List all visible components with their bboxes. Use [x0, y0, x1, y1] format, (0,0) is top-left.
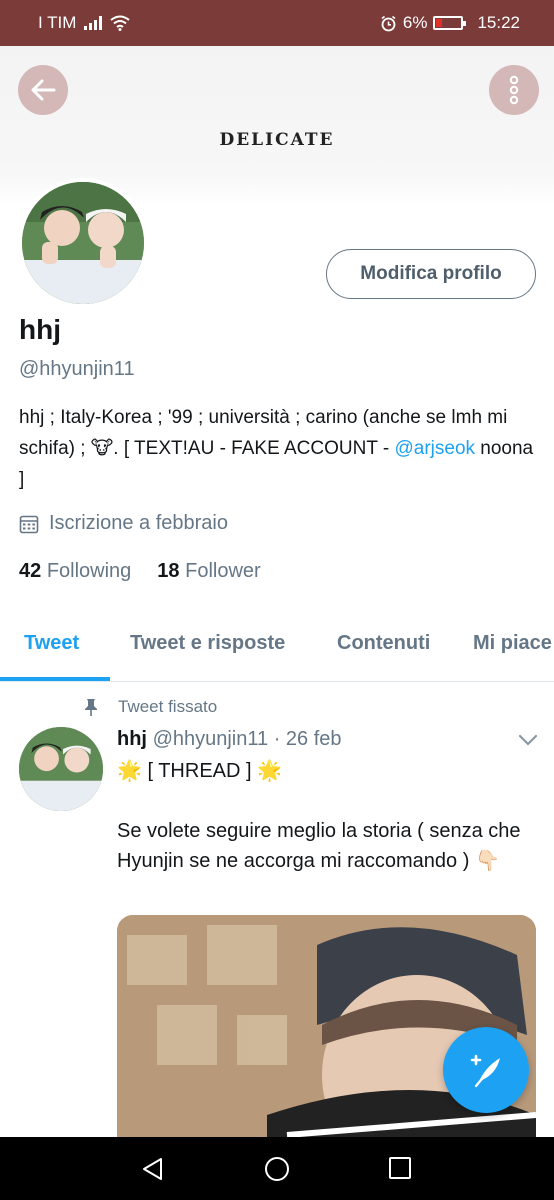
battery-icon — [433, 16, 467, 30]
profile-avatar[interactable] — [18, 178, 148, 308]
pinned-label: Tweet fissato — [84, 697, 217, 717]
clock: 15:22 — [477, 13, 520, 32]
star-emoji: 🌟 — [117, 760, 142, 782]
thread-label: [ THREAD ] — [141, 760, 258, 782]
nav-home-icon[interactable] — [264, 1156, 290, 1182]
follow-stats: 42 Following 18 Follower — [19, 560, 261, 583]
battery-percent: 6% — [402, 13, 428, 32]
feather-plus-icon — [470, 1054, 500, 1088]
tab-tweet[interactable]: Tweet — [24, 632, 79, 655]
profile-handle: @hhyunjin11 — [19, 358, 135, 380]
following-link[interactable]: 42 Following — [19, 560, 131, 583]
pin-icon — [85, 699, 97, 716]
active-tab-indicator — [0, 677, 110, 681]
arrow-left-icon — [31, 79, 56, 101]
tab-likes[interactable]: Mi piace — [473, 632, 552, 655]
join-date: Iscrizione a febbraio — [19, 512, 228, 535]
more-vertical-icon — [509, 75, 519, 105]
follower-link[interactable]: 18 Follower — [157, 560, 260, 583]
follower-count: 18 — [157, 560, 180, 582]
chevron-down-icon[interactable] — [518, 733, 538, 747]
profile-name: hhj — [19, 314, 61, 345]
tab-media[interactable]: Contenuti — [337, 632, 430, 655]
back-button[interactable] — [18, 65, 68, 115]
avatar-photo — [22, 182, 144, 304]
star-emoji: 🌟 — [257, 760, 283, 782]
following-label: Following — [46, 560, 132, 582]
tab-tweet-replies[interactable]: Tweet e risposte — [130, 632, 285, 655]
tweet-body: Se volete seguire meglio la storia ( sen… — [117, 820, 527, 872]
alarm-icon — [381, 15, 396, 31]
profile-tabs: Tweet Tweet e risposte Contenuti Mi piac… — [0, 612, 554, 682]
status-bar: I TIM 6% 15:22 — [0, 0, 554, 46]
system-nav-bar — [0, 1137, 554, 1200]
tweet-header: hhj @hhyunjin11 · 26 feb — [117, 728, 342, 751]
nav-recents-icon[interactable] — [388, 1156, 412, 1180]
header-title: DELICATE — [219, 130, 335, 150]
following-count: 42 — [19, 560, 42, 582]
tweet-date: 26 feb — [285, 728, 342, 750]
profile-bio: hhj ; Italy-Korea ; '99 ; università ; c… — [19, 402, 539, 495]
follower-label: Follower — [185, 560, 261, 582]
signal-icon — [84, 16, 103, 30]
pinned-text: Tweet fissato — [118, 697, 218, 716]
calendar-icon — [19, 515, 39, 533]
edit-profile-button[interactable]: Modifica profilo — [326, 249, 536, 299]
carrier-label: I TIM — [38, 13, 77, 32]
tweet-author-handle: @hhyunjin11 — [152, 728, 269, 750]
tweet-author-name[interactable]: hhj — [117, 728, 147, 750]
compose-tweet-button[interactable] — [443, 1027, 529, 1113]
tweet-text: 🌟 [ THREAD ] 🌟 Se volete seguire meglio … — [117, 756, 547, 876]
nav-back-icon[interactable] — [140, 1156, 166, 1182]
wifi-icon — [110, 15, 131, 31]
tweet-separator: · — [268, 728, 286, 750]
join-date-text: Iscrizione a febbraio — [49, 512, 228, 534]
bio-mention-link[interactable]: @arjseok — [394, 438, 475, 459]
avatar-photo — [19, 727, 103, 811]
tweet-author-avatar[interactable] — [19, 727, 103, 811]
more-options-button[interactable] — [489, 65, 539, 115]
